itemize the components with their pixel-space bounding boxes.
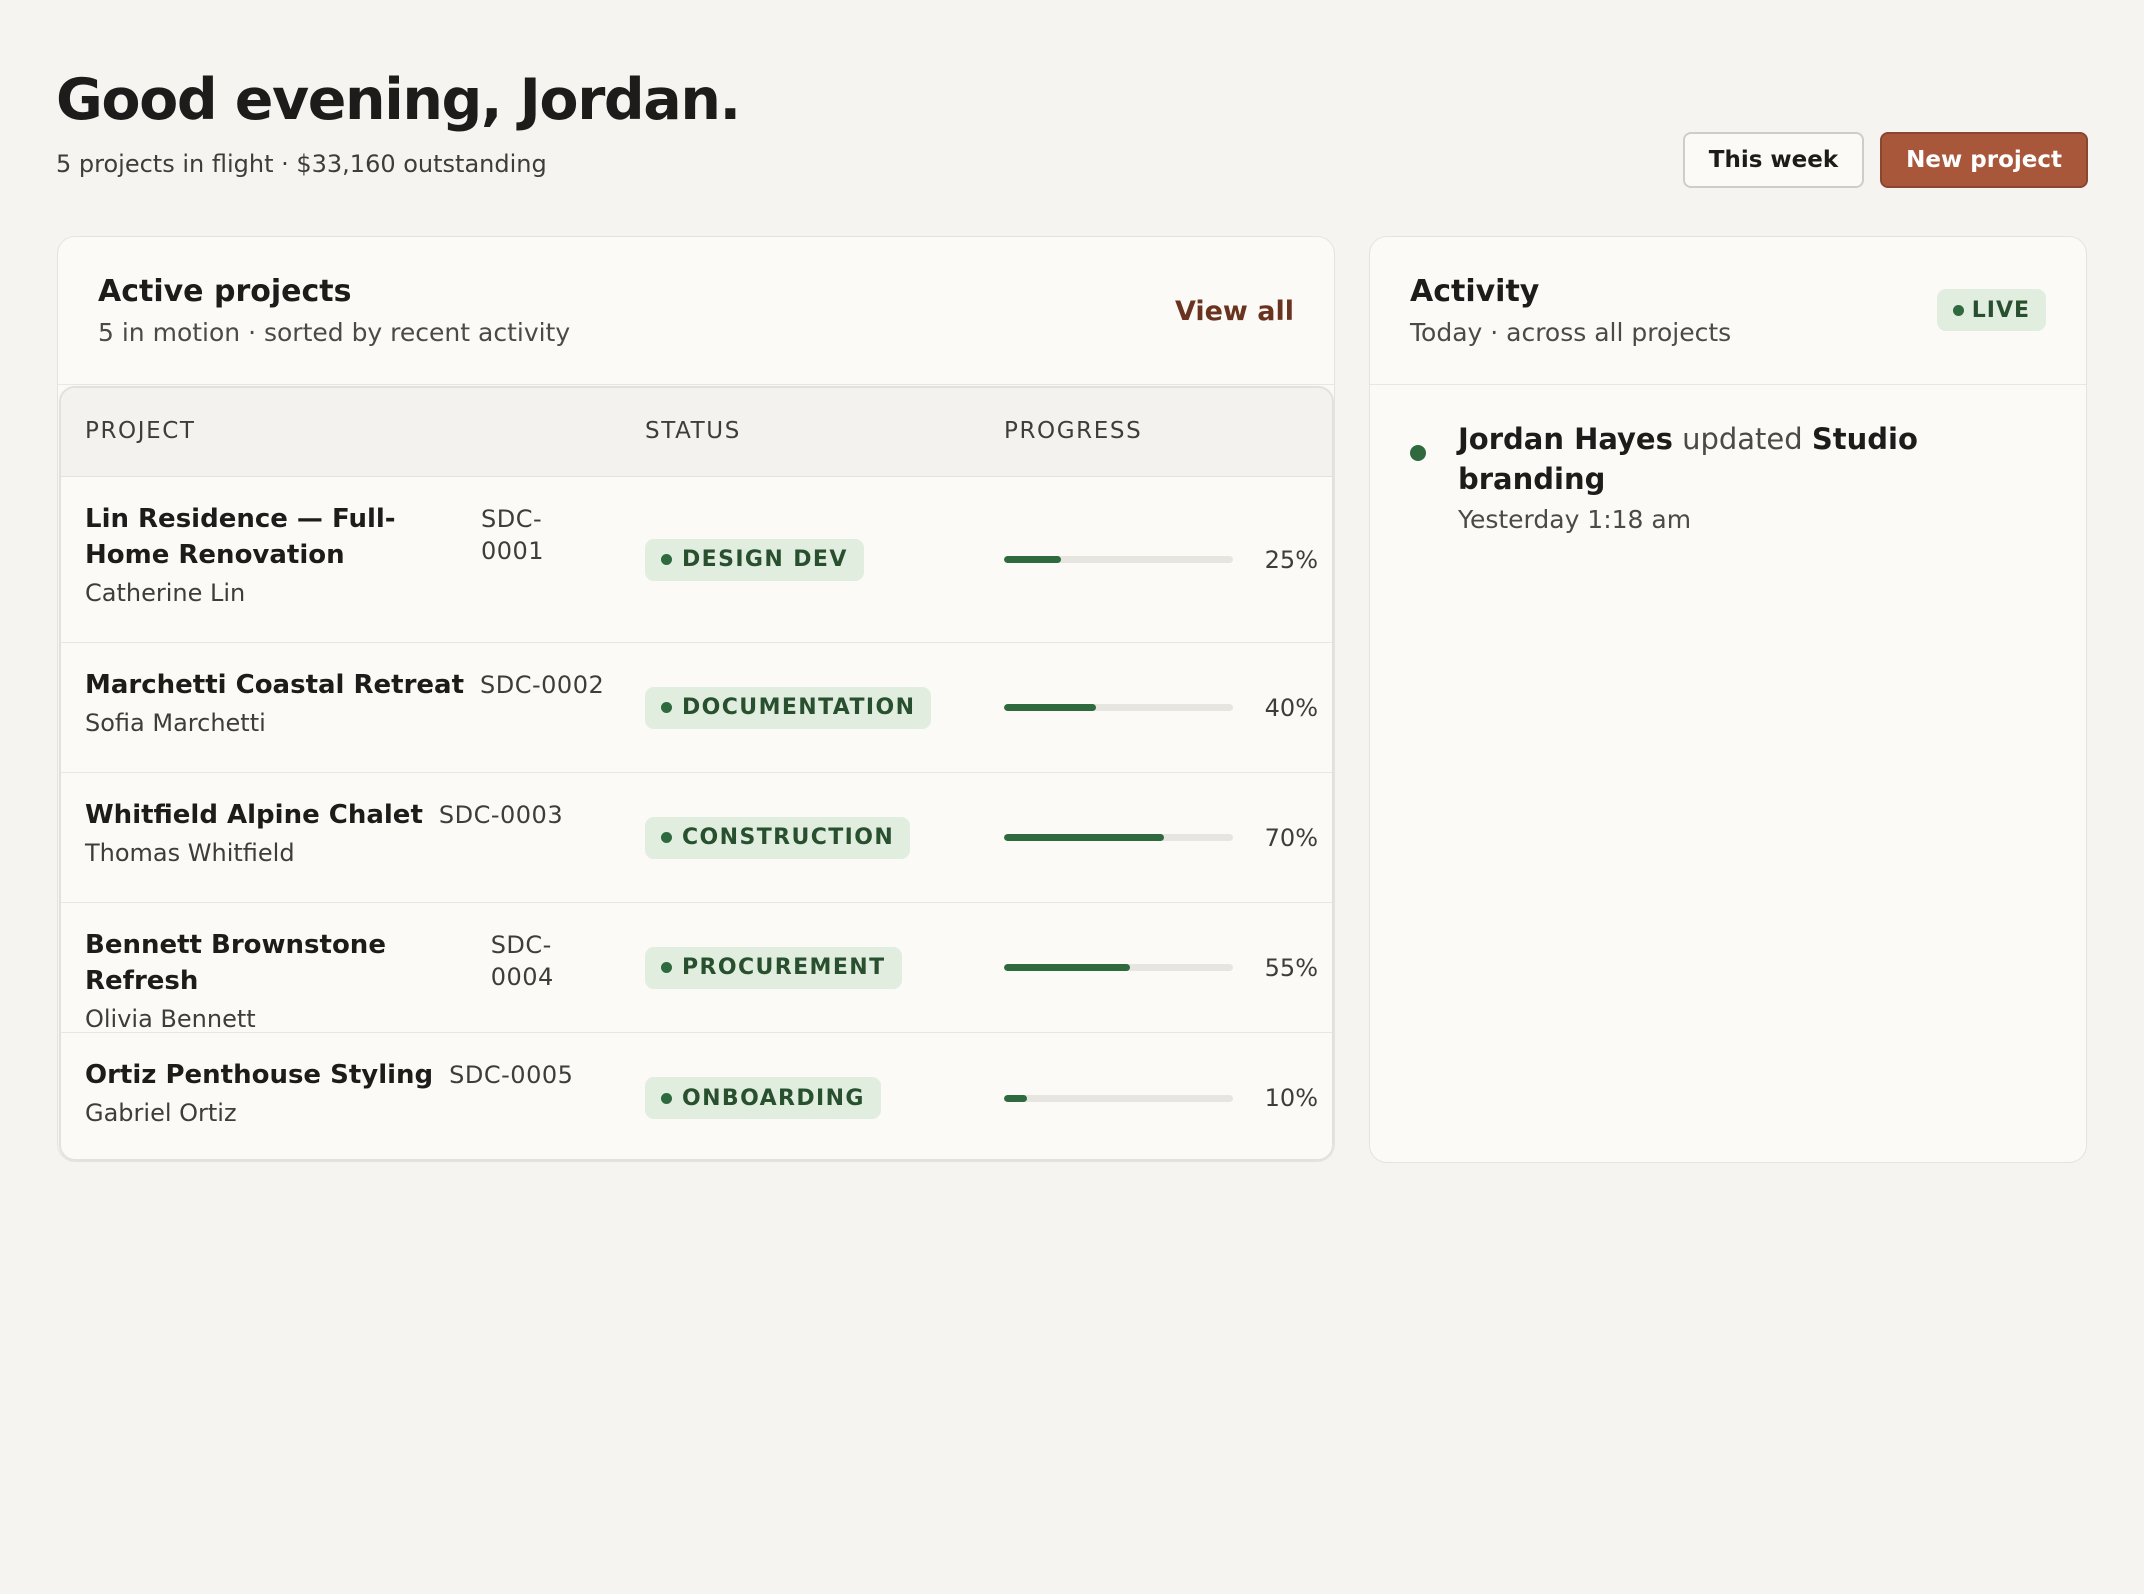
progress-bar bbox=[1004, 834, 1233, 841]
view-all-link[interactable]: View all bbox=[1175, 293, 1294, 331]
progress-percent: 10% bbox=[1264, 1084, 1318, 1112]
status-cell: CONSTRUCTION bbox=[645, 816, 911, 859]
client-name: Thomas Whitfield bbox=[85, 839, 295, 867]
project-code: SDC-0005 bbox=[449, 1061, 574, 1089]
progress-bar-fill bbox=[1004, 704, 1096, 711]
activity-feed: Jordan Hayes updated Studio branding Yes… bbox=[1370, 385, 2086, 571]
project-cell: Ortiz Penthouse Styling SDC-0005 Gabriel… bbox=[85, 1057, 605, 1129]
progress-cell: 55% bbox=[1004, 952, 1318, 984]
client-name: Sofia Marchetti bbox=[85, 709, 266, 737]
table-row[interactable]: Ortiz Penthouse Styling SDC-0005 Gabriel… bbox=[61, 1033, 1332, 1159]
this-week-button[interactable]: This week bbox=[1682, 132, 1865, 188]
status-cell: DOCUMENTATION bbox=[645, 686, 932, 729]
header-actions: This week New project bbox=[1682, 132, 2088, 188]
card-title: Active projects bbox=[98, 274, 352, 309]
progress-cell: 40% bbox=[1004, 692, 1318, 724]
status-dot-icon bbox=[661, 1092, 672, 1104]
progress-percent: 25% bbox=[1264, 545, 1318, 574]
status-cell: ONBOARDING bbox=[645, 1077, 881, 1119]
progress-bar-fill bbox=[1004, 964, 1130, 971]
status-cell: DESIGN DEV bbox=[645, 538, 864, 581]
project-cell: Bennett Brownstone Refresh SDC-0004 Oliv… bbox=[85, 927, 605, 1035]
project-code: SDC-0001 bbox=[481, 505, 545, 565]
progress-bar bbox=[1004, 964, 1233, 971]
status-badge: CONSTRUCTION bbox=[645, 816, 911, 859]
project-code: SDC-0003 bbox=[438, 801, 564, 829]
live-label: LIVE bbox=[1971, 297, 2030, 323]
project-code: SDC-0002 bbox=[480, 671, 605, 699]
status-dot-icon bbox=[661, 554, 672, 565]
project-name[interactable]: Bennett Brownstone Refresh bbox=[85, 927, 475, 999]
status-label: ONBOARDING bbox=[682, 1085, 865, 1111]
activity-verb: updated bbox=[1682, 422, 1803, 456]
projects-table: PROJECT STATUS PROGRESS Lin Residence — … bbox=[59, 386, 1334, 1161]
project-name[interactable]: Marchetti Coastal Retreat bbox=[85, 667, 464, 703]
progress-cell: 25% bbox=[1004, 544, 1318, 576]
status-label: DOCUMENTATION bbox=[682, 695, 916, 720]
status-dot-icon bbox=[661, 832, 672, 843]
table-row[interactable]: Lin Residence — Full-Home Renovation SDC… bbox=[61, 477, 1332, 643]
status-dot-icon bbox=[661, 962, 672, 973]
project-name[interactable]: Ortiz Penthouse Styling bbox=[85, 1057, 433, 1093]
progress-bar-fill bbox=[1004, 556, 1062, 563]
status-label: DESIGN DEV bbox=[682, 547, 848, 572]
progress-bar bbox=[1004, 1094, 1233, 1102]
status-cell: PROCUREMENT bbox=[645, 946, 902, 989]
active-projects-header: Active projects 5 in motion · sorted by … bbox=[58, 237, 1334, 385]
table-row[interactable]: Whitfield Alpine Chalet SDC-0003 Thomas … bbox=[61, 773, 1332, 903]
live-badge: LIVE bbox=[1936, 289, 2046, 331]
status-label: PROCUREMENT bbox=[682, 955, 886, 980]
client-name: Gabriel Ortiz bbox=[85, 1099, 237, 1127]
project-name[interactable]: Lin Residence — Full-Home Renovation bbox=[85, 501, 465, 573]
column-header-progress[interactable]: PROGRESS bbox=[1004, 416, 1142, 446]
project-name[interactable]: Whitfield Alpine Chalet bbox=[85, 797, 423, 833]
activity-header: Activity Today · across all projects LIV… bbox=[1370, 237, 2086, 385]
active-projects-card: Active projects 5 in motion · sorted by … bbox=[57, 236, 1335, 1162]
progress-percent: 70% bbox=[1264, 823, 1318, 852]
activity-item[interactable]: Jordan Hayes updated Studio branding Yes… bbox=[1410, 419, 2046, 537]
column-header-status[interactable]: STATUS bbox=[645, 416, 741, 446]
activity-dot-icon bbox=[1410, 445, 1426, 461]
status-badge: ONBOARDING bbox=[645, 1077, 881, 1119]
status-label: CONSTRUCTION bbox=[682, 825, 895, 850]
client-name: Catherine Lin bbox=[85, 579, 246, 607]
project-cell: Whitfield Alpine Chalet SDC-0003 Thomas … bbox=[85, 797, 605, 869]
progress-bar-fill bbox=[1004, 1094, 1027, 1102]
column-header-project[interactable]: PROJECT bbox=[85, 416, 196, 446]
progress-cell: 70% bbox=[1004, 822, 1318, 854]
project-code: SDC-0004 bbox=[490, 931, 554, 991]
progress-percent: 40% bbox=[1264, 693, 1318, 722]
status-badge: DOCUMENTATION bbox=[645, 686, 932, 729]
progress-bar bbox=[1004, 704, 1233, 711]
activity-timestamp: Yesterday 1:18 am bbox=[1458, 505, 1692, 534]
card-subtitle: 5 in motion · sorted by recent activity bbox=[98, 318, 571, 347]
progress-percent: 55% bbox=[1264, 953, 1318, 982]
table-row[interactable]: Marchetti Coastal Retreat SDC-0002 Sofia… bbox=[61, 643, 1332, 773]
progress-bar-fill bbox=[1004, 834, 1165, 841]
page-title: Good evening, Jordan. bbox=[56, 67, 741, 133]
status-badge: PROCUREMENT bbox=[645, 946, 902, 989]
new-project-button[interactable]: New project bbox=[1880, 132, 2088, 188]
activity-text: Jordan Hayes updated Studio branding bbox=[1458, 419, 2046, 499]
table-header: PROJECT STATUS PROGRESS bbox=[61, 388, 1332, 477]
status-badge: DESIGN DEV bbox=[645, 538, 864, 581]
table-row[interactable]: Bennett Brownstone Refresh SDC-0004 Oliv… bbox=[61, 903, 1332, 1033]
page-header: Good evening, Jordan. 5 projects in flig… bbox=[56, 62, 2088, 202]
live-dot-icon bbox=[1952, 304, 1964, 316]
progress-bar bbox=[1004, 556, 1233, 563]
project-cell: Marchetti Coastal Retreat SDC-0002 Sofia… bbox=[85, 667, 605, 739]
activity-card: Activity Today · across all projects LIV… bbox=[1369, 236, 2087, 1163]
status-dot-icon bbox=[661, 702, 672, 713]
project-cell: Lin Residence — Full-Home Renovation SDC… bbox=[85, 501, 605, 609]
progress-cell: 10% bbox=[1004, 1082, 1318, 1114]
activity-actor: Jordan Hayes bbox=[1458, 422, 1673, 456]
client-name: Olivia Bennett bbox=[85, 1005, 256, 1033]
